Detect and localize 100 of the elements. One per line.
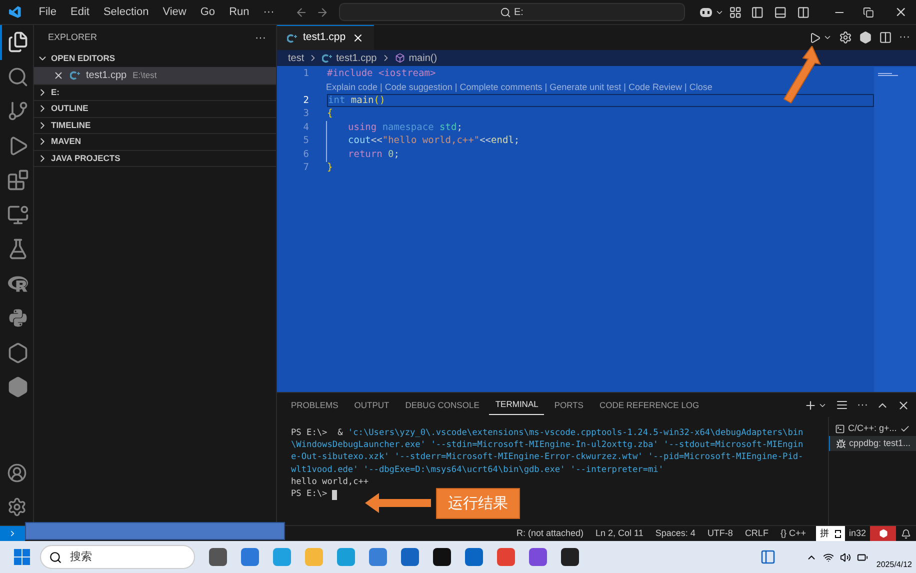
app-tile-icon[interactable]: [401, 548, 419, 566]
search-icon: [500, 6, 511, 18]
code-lens[interactable]: Explain code | Code suggestion | Complete comments | Generate unit test | Code Review | Close: [326, 80, 712, 94]
section-header[interactable]: OPEN EDITORS: [34, 51, 276, 66]
taskbar-search-field[interactable]: 搜索: [40, 545, 195, 569]
windows-icon[interactable]: [14, 549, 30, 565]
status-item[interactable]: R: (not attached): [510, 526, 590, 540]
file-path: E:\test: [132, 68, 157, 82]
status-item[interactable]: Spaces: 4: [649, 526, 702, 540]
more-button[interactable]: ···: [899, 29, 910, 46]
terminal-line: e-Out-sibutexo.xzk' '--stderr=Microsoft-MIEngine-Error-ckwurzez.wtw' '--pid=Microsoft-MIEngine-Pid-: [291, 452, 804, 464]
forward-icon[interactable]: [316, 6, 329, 18]
close-icon[interactable]: [352, 32, 364, 44]
menu-item[interactable]: ···: [256, 4, 282, 20]
panel-tab[interactable]: DEBUG CONSOLE: [399, 396, 486, 414]
widget-icon[interactable]: [760, 549, 776, 565]
panel-tab[interactable]: TERMINAL: [489, 395, 544, 415]
app-tile-icon[interactable]: [337, 548, 355, 566]
check-icon: [900, 424, 910, 434]
wifi-icon: [823, 552, 834, 562]
app-tile-icon[interactable]: [561, 548, 579, 566]
section-header[interactable]: E:: [34, 84, 276, 100]
breadcrumb-item[interactable]: test1.cpp: [336, 50, 377, 66]
section-header[interactable]: TIMELINE: [34, 118, 276, 133]
file-name: test1.cpp: [86, 68, 127, 82]
breadcrumb-item[interactable]: main(): [408, 50, 438, 66]
menu-item[interactable]: Run: [222, 4, 256, 20]
menu-item[interactable]: View: [156, 4, 194, 20]
line-number: 4: [302, 120, 309, 135]
terminal-line: wlt1vood.ede' '--dbgExe=D:\msys64\ucrt64\bin\gdb.exe' '--interpreter=mi': [291, 464, 665, 476]
panel-tab[interactable]: PORTS: [548, 396, 590, 414]
app-tile-icon[interactable]: [369, 548, 387, 566]
panel-tab[interactable]: PROBLEMS: [285, 396, 344, 414]
menu-item[interactable]: Go: [193, 4, 222, 20]
sidebar-toggle-icon[interactable]: [751, 6, 764, 18]
open-editor-item[interactable]: test1.cpp E:\test: [34, 66, 276, 84]
status-item[interactable]: CRLF: [738, 526, 774, 540]
code-line: cout<<"hello world,c++"<<endl;: [348, 134, 520, 148]
app-tile-icon[interactable]: [305, 548, 323, 566]
layout-icon[interactable]: [728, 6, 742, 18]
logo-icon: [8, 5, 22, 19]
status-item[interactable]: in32: [844, 526, 870, 540]
app-tile-icon[interactable]: [241, 548, 259, 566]
panel-tab[interactable]: CODE REFERENCE LOG: [593, 396, 706, 414]
explorer-title: EXPLORER: [48, 31, 98, 44]
panel-tab[interactable]: OUTPUT: [348, 396, 396, 414]
status-item[interactable]: UTF-8: [701, 526, 739, 540]
run-icon[interactable]: [809, 32, 821, 44]
menu-item[interactable]: Selection: [96, 4, 156, 20]
back-icon[interactable]: [295, 6, 308, 18]
settings-icon[interactable]: [6, 497, 26, 517]
section-header[interactable]: OUTLINE: [34, 101, 276, 116]
more-button[interactable]: ···: [255, 30, 266, 46]
section-header[interactable]: MAVEN: [34, 134, 276, 150]
ime-indicator[interactable]: 拼: [816, 526, 845, 541]
close-icon[interactable]: [894, 5, 908, 19]
line-number: 7: [302, 161, 309, 176]
terminal-list-item[interactable]: cppdbg: test1...: [829, 436, 916, 451]
section-header[interactable]: JAVA PROJECTS: [34, 150, 276, 166]
panel-toggle-icon[interactable]: [774, 6, 787, 18]
app-tile-icon[interactable]: [529, 548, 547, 566]
app-tile-icon[interactable]: [433, 548, 451, 566]
cpp-file-icon: [70, 70, 80, 80]
editor-tab[interactable]: test1.cpp: [277, 25, 374, 50]
app-tile-icon[interactable]: [273, 548, 291, 566]
copilot-indicator[interactable]: [870, 526, 896, 541]
command-center-text: E:: [514, 6, 524, 20]
split-editor-icon[interactable]: [879, 31, 892, 44]
command-center[interactable]: E:: [338, 3, 685, 21]
split-icon[interactable]: [796, 6, 810, 18]
terminal-list-item[interactable]: C/C++: g+...: [829, 421, 916, 436]
restore-icon[interactable]: [863, 6, 874, 18]
menu-item[interactable]: Edit: [63, 4, 96, 20]
app-tile-icon[interactable]: [209, 548, 227, 566]
close-icon[interactable]: [53, 70, 64, 80]
search-icon: [49, 550, 62, 564]
close-icon[interactable]: [897, 398, 910, 412]
code-line: using namespace std;: [348, 121, 462, 134]
plus-icon[interactable]: [804, 398, 817, 412]
code-line: return 0;: [348, 148, 400, 162]
bell-icon[interactable]: [901, 528, 911, 538]
gear-icon[interactable]: [839, 31, 852, 44]
line-number: 1: [302, 66, 309, 81]
arrow-annotation: [782, 46, 822, 104]
status-item[interactable]: Ln 2, Col 11: [590, 526, 650, 540]
app-tile-icon[interactable]: [465, 548, 483, 566]
clock-date: 2025/4/12: [876, 559, 912, 571]
list-icon[interactable]: [836, 399, 848, 411]
copilot-icon[interactable]: [698, 6, 713, 18]
account-icon[interactable]: [6, 463, 26, 483]
app-tile-icon[interactable]: [497, 548, 515, 566]
menu-item[interactable]: File: [32, 4, 64, 20]
arrow-annotation: [365, 493, 431, 514]
breadcrumb-item[interactable]: test: [288, 50, 304, 66]
battery-icon: [857, 552, 868, 562]
caret-icon[interactable]: [823, 33, 832, 42]
line-number: 5: [302, 134, 309, 148]
status-item[interactable]: {} C++: [774, 526, 812, 540]
more-button[interactable]: ···: [857, 396, 868, 414]
hexagon-icon[interactable]: [859, 31, 872, 44]
